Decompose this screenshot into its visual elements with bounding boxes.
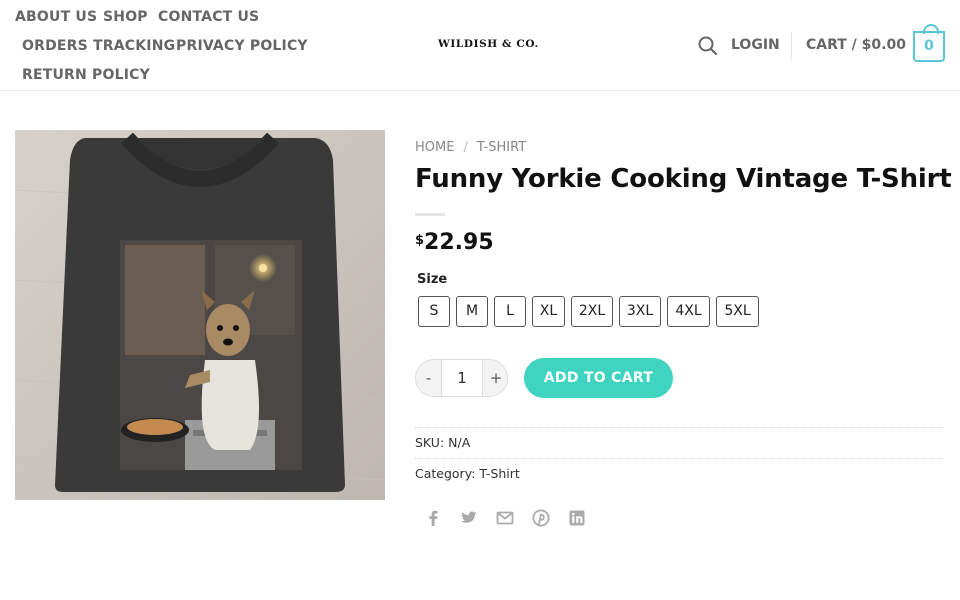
nav-return-policy[interactable]: RETURN POLICY — [22, 67, 150, 83]
search-icon[interactable] — [697, 35, 719, 57]
size-option-m[interactable]: M — [456, 296, 488, 327]
product-image[interactable] — [15, 130, 385, 500]
nav-contact-us[interactable]: CONTACT US — [158, 9, 259, 25]
quantity-increase-button[interactable]: + — [482, 360, 507, 396]
price-currency: $ — [415, 233, 425, 248]
header-divider — [791, 32, 792, 60]
nav-privacy-policy[interactable]: PRIVACY POLICY — [176, 38, 308, 54]
nav-about-us[interactable]: ABOUT US — [15, 9, 97, 25]
sku-value: N/A — [448, 435, 471, 450]
pinterest-icon[interactable] — [530, 507, 552, 529]
breadcrumb-home[interactable]: HOME — [415, 140, 454, 155]
size-option-s[interactable]: S — [418, 296, 450, 327]
breadcrumb-category[interactable]: T-SHIRT — [477, 140, 526, 155]
sku-label: SKU: — [415, 435, 445, 450]
product-price: $22.95 — [415, 230, 494, 255]
meta-divider — [415, 427, 943, 428]
header-divider-line — [15, 90, 945, 91]
site-logo[interactable]: WILDISH & CO. — [438, 38, 539, 50]
cart-link[interactable]: CART / $0.00 — [806, 37, 906, 53]
quantity-input[interactable] — [442, 360, 482, 396]
add-to-cart-button[interactable]: ADD TO CART — [524, 358, 673, 398]
login-link[interactable]: LOGIN — [731, 37, 780, 53]
size-option-xl[interactable]: XL — [532, 296, 565, 327]
price-amount: 22.95 — [424, 230, 494, 255]
tshirt-photo — [15, 130, 385, 500]
category-label: Category: — [415, 466, 476, 481]
nav-orders-tracking[interactable]: ORDERS TRACKING — [22, 38, 175, 54]
breadcrumb-separator: / — [463, 140, 468, 155]
size-option-4xl[interactable]: 4XL — [667, 296, 710, 327]
linkedin-icon[interactable] — [566, 507, 588, 529]
size-option-l[interactable]: L — [494, 296, 526, 327]
quantity-decrease-button[interactable]: - — [416, 360, 442, 396]
size-option-2xl[interactable]: 2XL — [571, 296, 613, 327]
product-title: Funny Yorkie Cooking Vintage T-Shirt — [415, 164, 952, 194]
nav-shop[interactable]: SHOP — [103, 9, 148, 25]
size-option-5xl[interactable]: 5XL — [716, 296, 759, 327]
category-row: Category: T-Shirt — [415, 466, 520, 481]
sku-row: SKU: N/A — [415, 435, 470, 450]
size-option-3xl[interactable]: 3XL — [619, 296, 661, 327]
twitter-icon[interactable] — [458, 507, 480, 529]
category-link[interactable]: T-Shirt — [479, 466, 519, 481]
facebook-icon[interactable] — [422, 507, 444, 529]
meta-divider — [415, 458, 943, 459]
breadcrumb: HOME / T-SHIRT — [415, 140, 526, 155]
title-divider — [415, 213, 445, 216]
site-header: ABOUT US SHOP CONTACT US ORDERS TRACKING… — [0, 0, 960, 91]
cart-count-badge[interactable]: 0 — [913, 24, 945, 62]
quantity-stepper: - + — [415, 359, 508, 397]
size-label: Size — [417, 272, 448, 287]
email-icon[interactable] — [494, 507, 516, 529]
